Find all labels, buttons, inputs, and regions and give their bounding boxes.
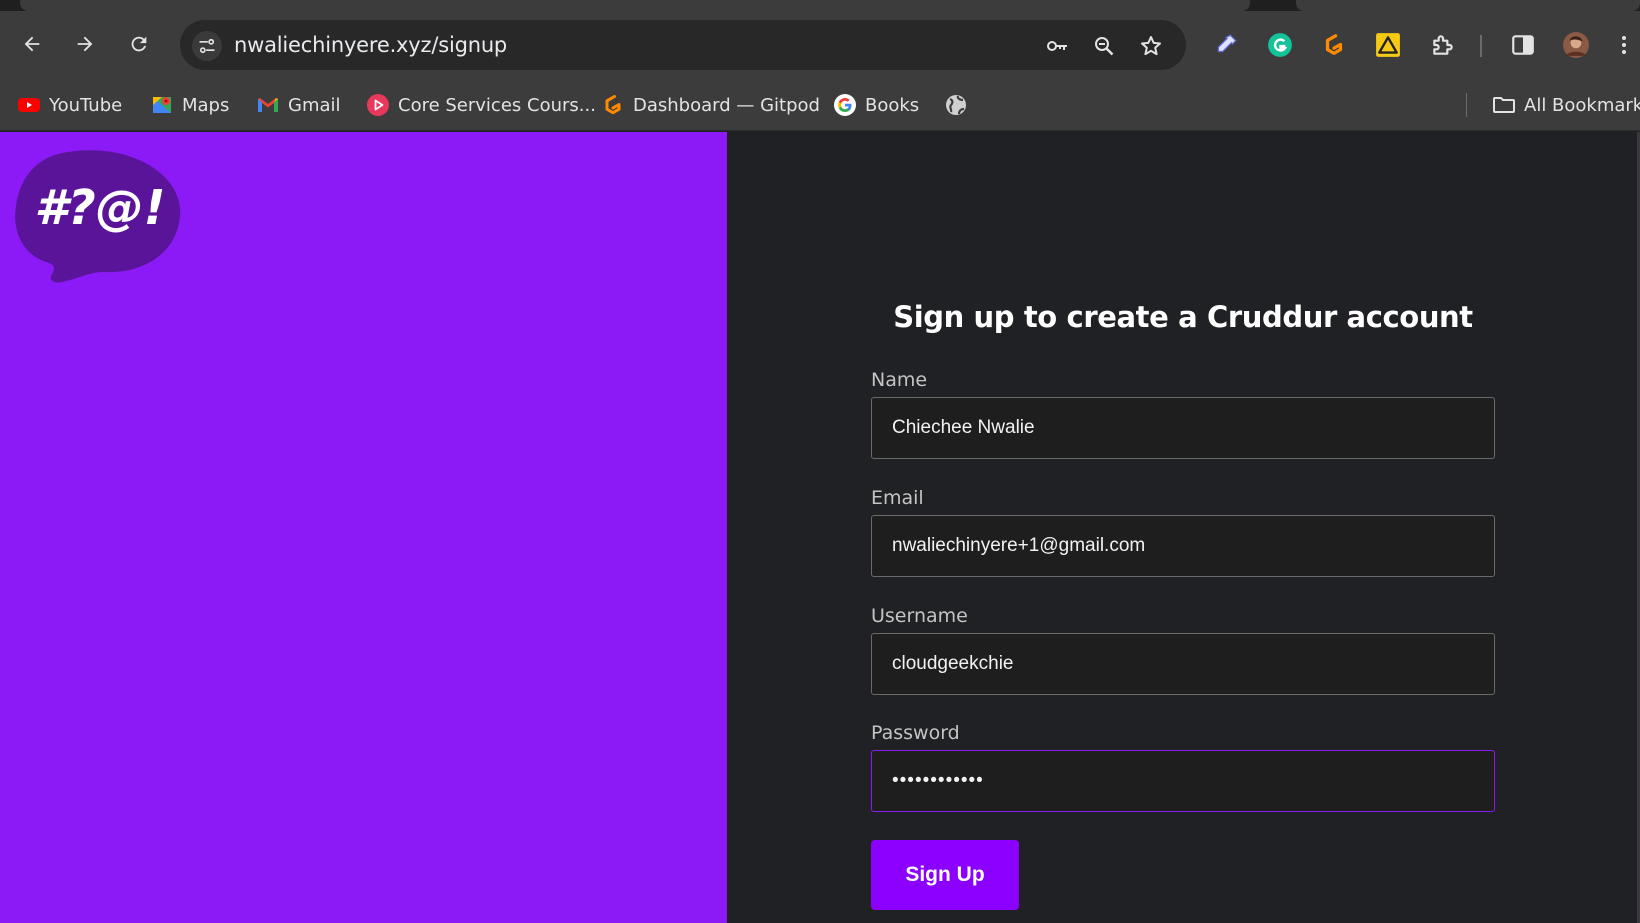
password-label: Password [871, 722, 960, 744]
browser-menu-button[interactable] [1614, 31, 1634, 59]
bookmarks-bar: YouTube Maps Gmail Core Services Cours..… [0, 79, 1640, 131]
url-text[interactable]: nwaliechinyere.xyz/signup [234, 33, 507, 57]
bookmark-star-button[interactable] [1138, 33, 1164, 59]
password-input[interactable]: •••••••••••• [871, 750, 1495, 812]
username-input[interactable]: cloudgeekchie [871, 633, 1495, 695]
bookmark-core-services[interactable]: Core Services Cours... [366, 90, 596, 120]
more-vert-icon [1622, 36, 1626, 54]
extensions-button[interactable] [1429, 31, 1457, 59]
google-icon [833, 93, 857, 117]
signup-button[interactable]: Sign Up [871, 840, 1019, 910]
bookmark-label: Books [865, 94, 920, 116]
extension-grammarly[interactable] [1266, 31, 1294, 59]
bookmark-gmail[interactable]: Gmail [256, 90, 341, 120]
gitpod-icon [1325, 34, 1343, 55]
email-label: Email [871, 487, 924, 509]
bookmark-label: Dashboard — Gitpod [633, 94, 820, 116]
address-bar[interactable]: nwaliechinyere.xyz/signup [180, 20, 1186, 70]
avatar-icon [1563, 32, 1589, 58]
zoom-button[interactable] [1091, 33, 1117, 59]
bookmark-gitpod-dashboard[interactable]: Dashboard — Gitpod [601, 90, 820, 120]
play-circle-icon [366, 93, 390, 117]
side-panel-button[interactable] [1509, 31, 1537, 59]
grammarly-icon [1268, 33, 1292, 57]
bookmark-label: Core Services Cours... [398, 94, 596, 116]
youtube-icon [17, 93, 41, 117]
back-button[interactable] [17, 29, 47, 59]
all-bookmarks-label: All Bookmarks [1524, 94, 1640, 116]
toolbar-divider [1480, 35, 1482, 57]
folder-icon [1492, 93, 1516, 117]
bookmark-globe[interactable] [944, 90, 968, 120]
site-info-button[interactable] [192, 31, 222, 61]
active-tab[interactable] [20, 0, 1250, 11]
bookmark-youtube[interactable]: YouTube [17, 90, 122, 120]
star-icon [1141, 36, 1161, 56]
gmail-icon [256, 93, 280, 117]
password-key-button[interactable] [1044, 33, 1070, 59]
all-bookmarks-button[interactable]: All Bookmarks [1492, 90, 1640, 120]
arrow-left-icon [24, 36, 40, 52]
logo-text: #?@! [34, 180, 165, 236]
extension-warning[interactable] [1374, 31, 1402, 59]
cruddur-logo: #?@! [15, 150, 181, 283]
bookmarks-divider [1466, 93, 1467, 117]
tune-icon [199, 38, 215, 54]
name-input[interactable]: Chiechee Nwalie [871, 397, 1495, 459]
zoom-icon [1095, 37, 1114, 56]
username-label: Username [871, 605, 968, 627]
email-input[interactable]: nwaliechinyere+1@gmail.com [871, 515, 1495, 577]
puzzle-icon [1433, 35, 1453, 55]
eyedropper-icon [1217, 34, 1237, 53]
tab-strip [0, 0, 1640, 11]
profile-avatar[interactable] [1562, 31, 1590, 59]
brand-panel: #?@! [0, 132, 727, 923]
page-title: Sign up to create a Cruddur account [893, 300, 1473, 334]
warning-triangle-icon [1376, 33, 1400, 57]
bookmark-maps[interactable]: Maps [150, 90, 229, 120]
page-content: #?@! Sign up to create a Cruddur account… [0, 132, 1640, 923]
globe-icon [944, 93, 968, 117]
name-label: Name [871, 369, 928, 391]
reload-icon [131, 36, 147, 52]
bookmark-books[interactable]: Books [833, 90, 919, 120]
arrow-right-icon [77, 36, 93, 52]
extension-gitpod[interactable] [1320, 31, 1348, 59]
bookmark-label: YouTube [49, 94, 123, 116]
reload-button[interactable] [124, 29, 154, 59]
gitpod-icon [601, 93, 625, 117]
maps-icon [150, 93, 174, 117]
forward-button[interactable] [70, 29, 100, 59]
browser-toolbar: nwaliechinyere.xyz/signup [0, 11, 1640, 79]
extension-eyedropper[interactable] [1212, 31, 1240, 59]
side-panel-icon [1512, 35, 1534, 55]
bookmark-label: Maps [182, 94, 230, 116]
bookmark-label: Gmail [288, 94, 341, 116]
inactive-tab[interactable] [1296, 0, 1640, 11]
key-icon [1047, 41, 1067, 51]
